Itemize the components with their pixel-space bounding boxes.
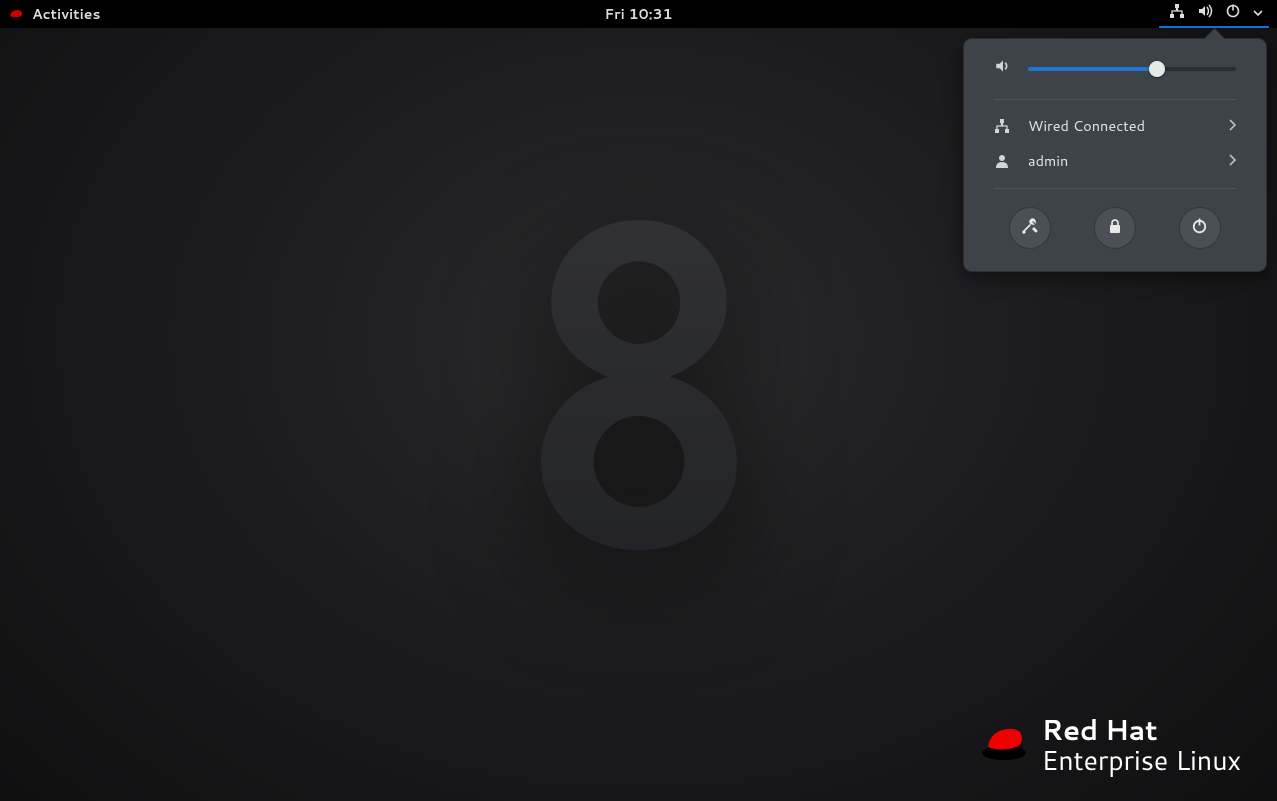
volume-row [964,57,1266,99]
user-icon [994,153,1010,169]
network-wired-icon [1169,3,1185,24]
top-bar: Activities Fri 10:31 [0,0,1277,28]
brand-text: Red Hat Enterprise Linux [1042,716,1242,773]
tools-icon [1021,216,1039,240]
lock-button[interactable] [1094,207,1136,249]
separator [994,99,1236,100]
volume-icon [1197,3,1213,24]
action-buttons-row [964,207,1266,249]
network-wired-icon [994,118,1010,134]
system-status-area[interactable] [1159,0,1269,28]
separator [994,188,1236,189]
power-button[interactable] [1179,207,1221,249]
lock-icon [1107,217,1123,240]
user-label: admin [1028,150,1210,171]
wallpaper-8-glyph [534,220,744,556]
volume-slider[interactable] [1028,67,1236,71]
chevron-right-icon [1228,150,1236,171]
activities-button[interactable]: Activities [32,4,100,24]
power-icon [1225,3,1241,24]
redhat-icon [8,8,24,20]
brand-line2: Enterprise Linux [1042,746,1242,773]
settings-button[interactable] [1009,207,1051,249]
top-bar-left: Activities [8,4,100,24]
network-menu-item[interactable]: Wired Connected [964,108,1266,143]
chevron-down-icon [1253,3,1263,23]
volume-icon [994,57,1012,81]
network-label: Wired Connected [1028,115,1210,136]
chevron-right-icon [1228,115,1236,136]
brand-logo: Red Hat Enterprise Linux [980,716,1242,773]
fedora-hat-icon [980,723,1028,767]
user-menu-item[interactable]: admin [964,143,1266,178]
volume-slider-fill [1028,67,1157,71]
clock-button[interactable]: Fri 10:31 [604,4,672,24]
power-icon [1191,217,1208,240]
system-menu-popup: Wired Connected admin [963,38,1267,272]
volume-slider-thumb[interactable] [1149,61,1165,77]
